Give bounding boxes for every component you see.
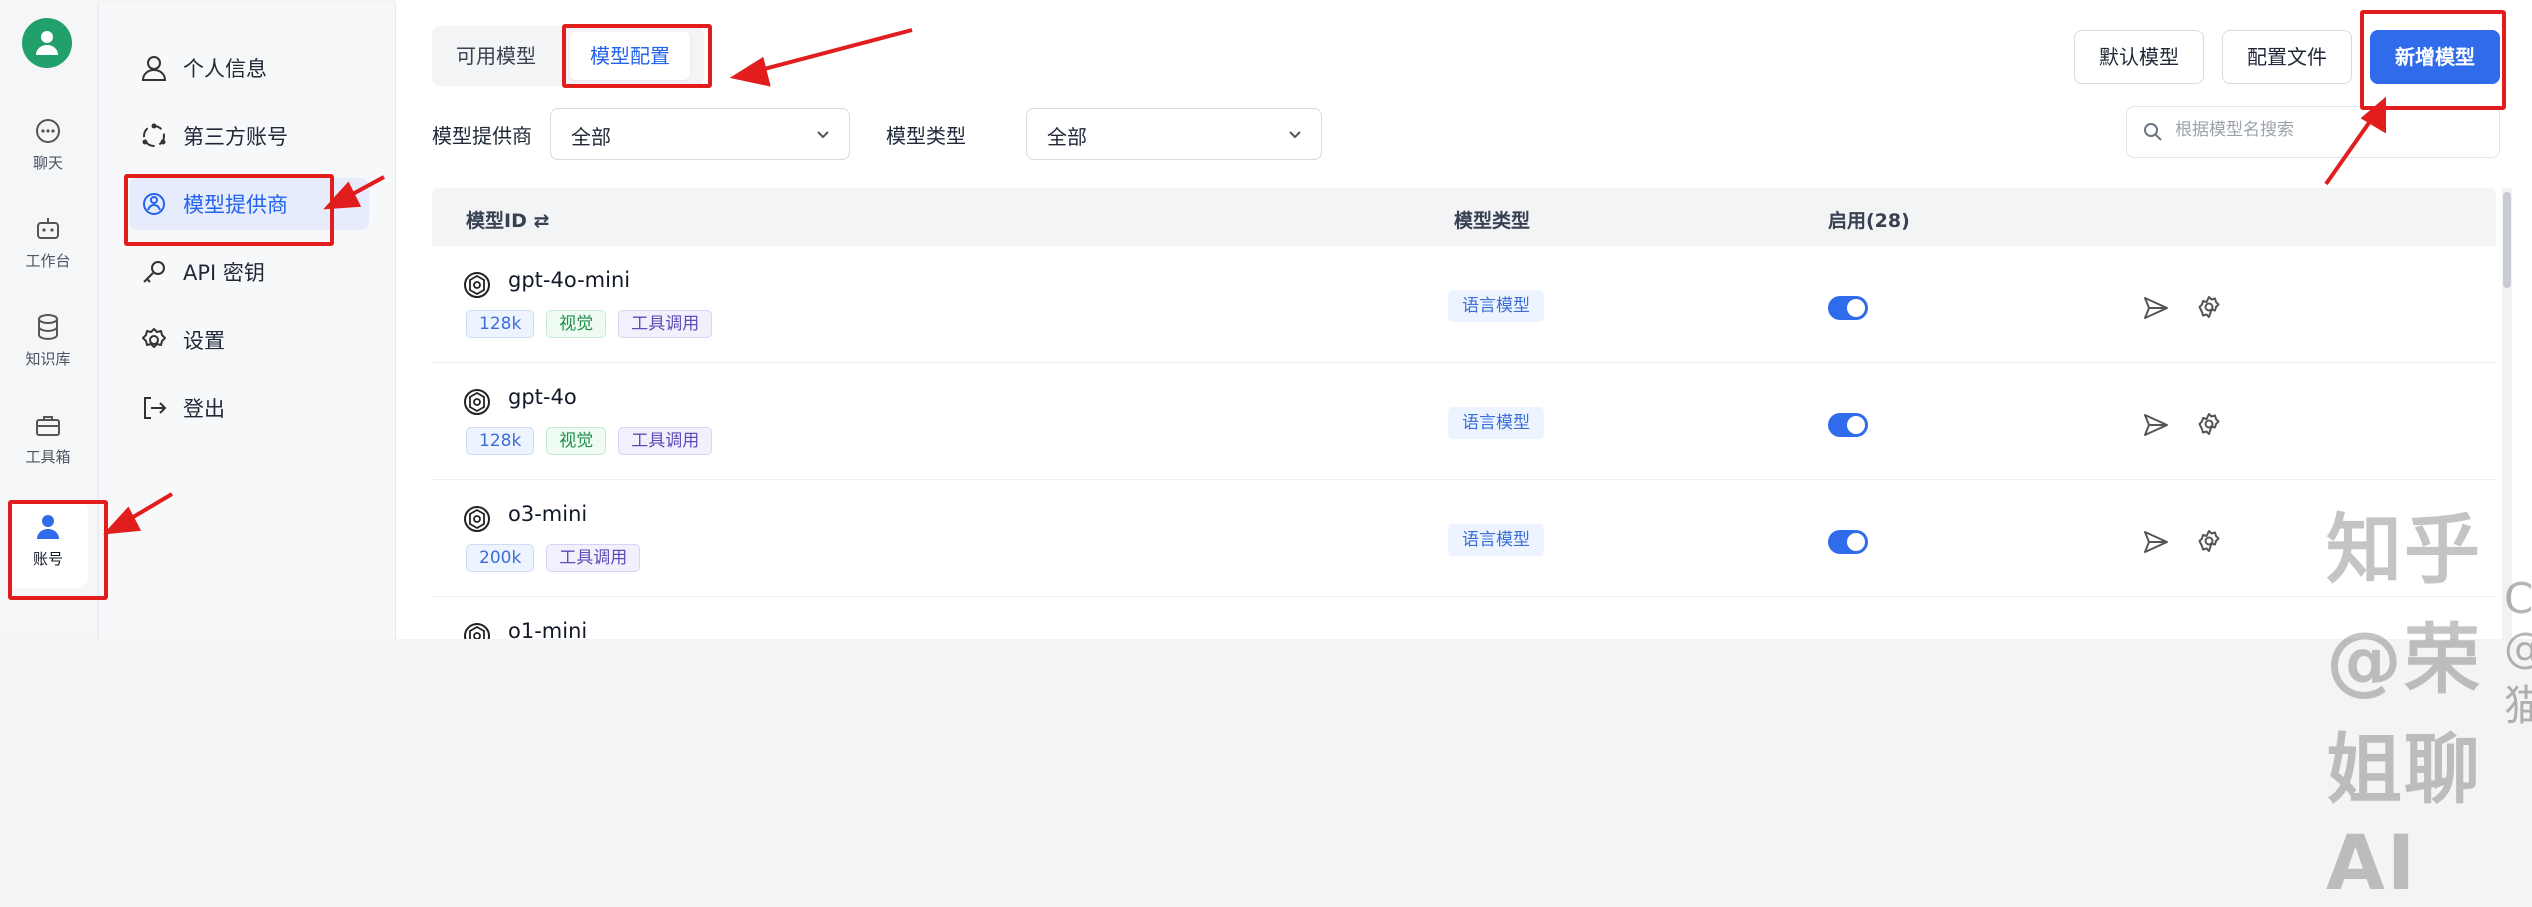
- annotation-arrows: [103, 28, 2386, 535]
